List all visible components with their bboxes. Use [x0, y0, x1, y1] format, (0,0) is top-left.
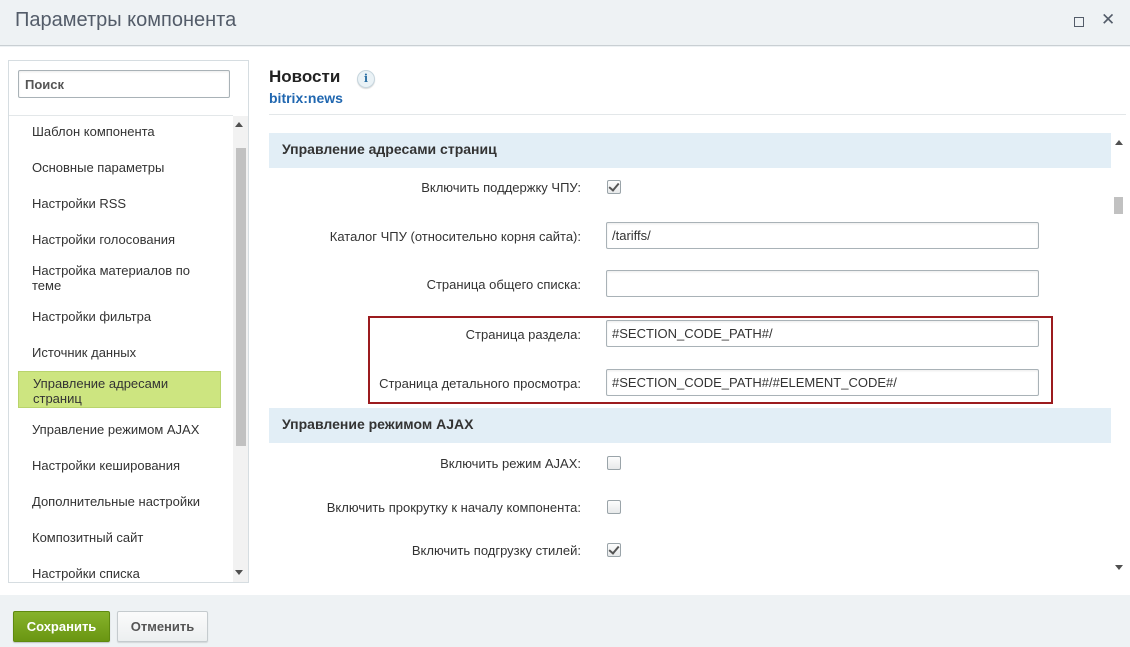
sidebar-scrollbar[interactable] — [233, 116, 248, 582]
sidebar-item-basic-params[interactable]: Основные параметры — [18, 160, 221, 175]
field-label-sef-enable: Включить поддержку ЧПУ: — [421, 180, 581, 195]
sidebar-item-list-settings[interactable]: Настройки списка — [18, 566, 221, 581]
scroll-up-icon[interactable] — [1115, 140, 1123, 145]
header-divider — [269, 114, 1126, 115]
field-label-ajax-styles: Включить подгрузку стилей: — [411, 543, 581, 558]
dialog-title: Параметры компонента — [15, 9, 237, 31]
sef-folder-input[interactable] — [606, 222, 1039, 249]
field-label-list-page: Страница общего списка: — [426, 277, 581, 292]
ajax-scroll-checkbox[interactable] — [607, 500, 621, 514]
sidebar-item-related-materials[interactable]: Настройка материалов по теме — [18, 263, 221, 293]
info-icon[interactable]: i — [357, 70, 375, 88]
list-page-input[interactable] — [606, 270, 1039, 297]
scroll-down-icon[interactable] — [235, 570, 243, 575]
sidebar-nav: Шаблон компонента Основные параметры Нас… — [18, 116, 233, 582]
sidebar-item-voting[interactable]: Настройки голосования — [18, 232, 221, 247]
settings-panel: Управление адресами страниц Включить под… — [269, 133, 1111, 575]
field-label-sef-folder: Каталог ЧПУ (относительно корня сайта): — [329, 229, 581, 244]
sidebar-item-caching[interactable]: Настройки кеширования — [18, 458, 221, 473]
cancel-button[interactable]: Отменить — [117, 611, 208, 642]
main-scrollbar-thumb[interactable] — [1114, 197, 1123, 214]
search-input[interactable] — [18, 70, 230, 98]
sidebar-item-data-source[interactable]: Источник данных — [18, 345, 221, 360]
field-label-ajax-mode: Включить режим AJAX: — [440, 456, 581, 471]
save-button[interactable]: Сохранить — [13, 611, 110, 642]
section-page-input[interactable] — [606, 320, 1039, 347]
sidebar-item-rss[interactable]: Настройки RSS — [18, 196, 221, 211]
main-scrollbar[interactable] — [1112, 133, 1127, 575]
ajax-mode-checkbox[interactable] — [607, 456, 621, 470]
section-header-page-addresses: Управление адресами страниц — [269, 133, 1111, 168]
sidebar-item-template[interactable]: Шаблон компонента — [18, 124, 221, 139]
dialog-content: Шаблон компонента Основные параметры Нас… — [0, 47, 1130, 595]
sidebar-scrollbar-thumb[interactable] — [236, 148, 246, 446]
field-label-detail-page: Страница детального просмотра: — [379, 376, 581, 391]
sidebar-item-filter[interactable]: Настройки фильтра — [18, 309, 221, 324]
sidebar-item-additional[interactable]: Дополнительные настройки — [18, 494, 221, 509]
field-label-ajax-scroll: Включить прокрутку к началу компонента: — [326, 500, 581, 515]
sidebar-item-composite[interactable]: Композитный сайт — [18, 530, 221, 545]
maximize-icon[interactable] — [1074, 17, 1084, 27]
section-header-ajax: Управление режимом AJAX — [269, 408, 1111, 443]
field-label-section-page: Страница раздела: — [465, 327, 581, 342]
dialog-footer: Сохранить Отменить — [0, 595, 1130, 647]
dialog-titlebar: Параметры компонента ✕ — [0, 0, 1130, 46]
sidebar-item-ajax[interactable]: Управление режимом AJAX — [18, 422, 221, 437]
scroll-up-icon[interactable] — [235, 122, 243, 127]
close-icon[interactable]: ✕ — [1101, 11, 1115, 28]
sef-enable-checkbox[interactable] — [607, 180, 621, 194]
scroll-down-icon[interactable] — [1115, 565, 1123, 570]
component-code: bitrix:news — [269, 90, 343, 106]
ajax-styles-checkbox[interactable] — [607, 543, 621, 557]
sidebar: Шаблон компонента Основные параметры Нас… — [8, 60, 249, 583]
component-title: Новости — [269, 67, 341, 86]
detail-page-input[interactable] — [606, 369, 1039, 396]
sidebar-item-page-addresses[interactable]: Управление адресами страниц — [18, 371, 221, 408]
